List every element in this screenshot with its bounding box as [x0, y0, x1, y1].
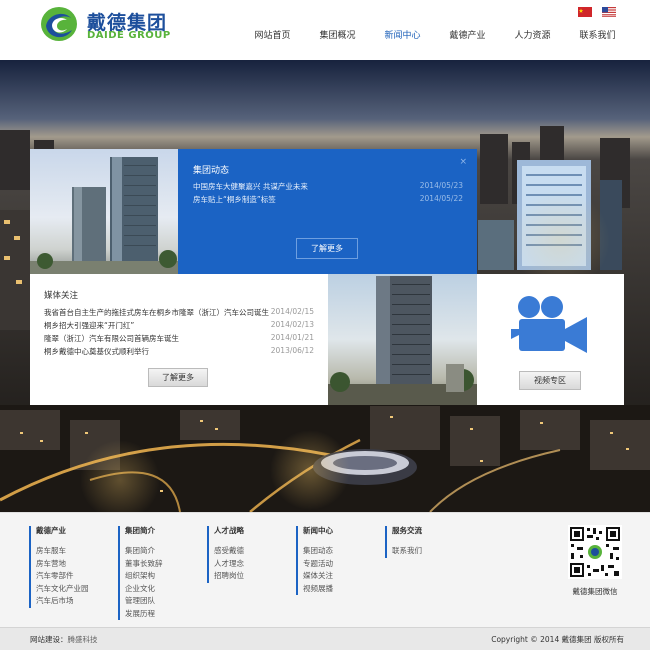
video-panel: 视频专区: [477, 274, 624, 405]
media-item[interactable]: 桐乡戴德中心奠基仪式顺利举行 2013/06/12: [44, 346, 314, 358]
media-item-title[interactable]: 我省首台自主生产的拖挂式房车在桐乡市隆翠（浙江）汽车公司诞生: [44, 307, 269, 318]
copyright: Copyright © 2014 戴德集团 版权所有: [491, 635, 624, 644]
media-item-title[interactable]: 桐乡招大引强迎来“开门红”: [44, 320, 134, 331]
media-attention-panel: 媒体关注 我省首台自主生产的拖挂式房车在桐乡市隆翠（浙江）汽车公司诞生 2014…: [30, 274, 328, 405]
footer-column-news: 新闻中心 集团动态 专题活动 媒体关注 视频展播: [296, 526, 333, 595]
news-more-button[interactable]: 了解更多: [296, 238, 358, 259]
group-news-panel: 集团动态 × 中国房车大健聚嘉兴 共谋产业未来 2014/05/23 房车贴上“…: [178, 149, 477, 274]
logo-name-en: DAIDE GROUP: [87, 30, 171, 41]
nav-about[interactable]: 集团概况: [305, 28, 370, 41]
media-more-button[interactable]: 了解更多: [148, 368, 208, 387]
skyscraper-image: [328, 276, 477, 405]
footer-column-about: 集团简介 集团简介 董事长致辞 组织架构 企业文化 管理团队 发展历程: [118, 526, 163, 620]
footer-link[interactable]: 联系我们: [392, 545, 422, 558]
media-item-date: 2014/02/13: [270, 320, 314, 329]
footer-link[interactable]: 发展历程: [125, 608, 163, 621]
media-item-date: 2013/06/12: [270, 346, 314, 355]
footer-column-title: 服务交流: [392, 526, 422, 535]
footer-link[interactable]: 媒体关注: [303, 570, 333, 583]
footer-column-title: 戴德产业: [36, 526, 66, 535]
main-nav: 网站首页 集团概况 新闻中心 戴德产业 人力资源 联系我们: [240, 28, 630, 41]
site-builder: 网站建设：腾盛科技: [30, 634, 98, 645]
footer-link[interactable]: 企业文化: [125, 583, 163, 596]
news-item[interactable]: 房车贴上“桐乡制造”标签 2014/05/22: [193, 194, 463, 206]
footer-link[interactable]: 专题活动: [303, 558, 333, 571]
footer-link[interactable]: 人才理念: [214, 558, 244, 571]
office-tower-image: [30, 157, 178, 274]
video-zone-button[interactable]: 视频专区: [519, 371, 581, 390]
footer-link[interactable]: 视频展播: [303, 583, 333, 596]
media-item-date: 2014/01/21: [270, 333, 314, 342]
logo[interactable]: 戴德集团 DAIDE GROUP: [40, 6, 180, 42]
tower-photo-1: [30, 149, 178, 274]
nav-home[interactable]: 网站首页: [240, 28, 305, 41]
nav-contact[interactable]: 联系我们: [565, 28, 630, 41]
footer-link[interactable]: 招聘岗位: [214, 570, 244, 583]
footer-column-title: 集团简介: [125, 526, 155, 535]
footer-link[interactable]: 集团动态: [303, 545, 333, 558]
footer-link[interactable]: 房车服车: [36, 545, 89, 558]
footer-link[interactable]: 管理团队: [125, 595, 163, 608]
footer-link[interactable]: 汽车后市场: [36, 595, 89, 608]
news-item-title[interactable]: 房车贴上“桐乡制造”标签: [193, 194, 276, 205]
site-builder-link[interactable]: 腾盛科技: [68, 635, 98, 644]
nav-industry[interactable]: 戴德产业: [435, 28, 500, 41]
news-item-date: 2014/05/23: [419, 181, 463, 190]
bottom-bar: 网站建设：腾盛科技 Copyright © 2014 戴德集团 版权所有: [0, 627, 650, 650]
footer-column-industry: 戴德产业 房车服车 房车营地 汽车零部件 汽车文化产业园 汽车后市场: [29, 526, 89, 608]
news-item-title[interactable]: 中国房车大健聚嘉兴 共谋产业未来: [193, 181, 308, 192]
footer-link[interactable]: 感受戴德: [214, 545, 244, 558]
tower-photo-2: [328, 274, 477, 405]
footer-link[interactable]: 汽车零部件: [36, 570, 89, 583]
qr-label: 戴德集团微信: [572, 587, 618, 596]
media-item[interactable]: 隆翠（浙江）汽车有限公司首辆房车诞生 2014/01/21: [44, 333, 314, 345]
media-item-title[interactable]: 隆翠（浙江）汽车有限公司首辆房车诞生: [44, 333, 179, 344]
media-item[interactable]: 我省首台自主生产的拖挂式房车在桐乡市隆翠（浙江）汽车公司诞生 2014/02/1…: [44, 307, 314, 319]
footer-link[interactable]: 组织架构: [125, 570, 163, 583]
footer-link[interactable]: 汽车文化产业园: [36, 583, 89, 596]
language-switcher: [578, 7, 616, 17]
footer-link[interactable]: 集团简介: [125, 545, 163, 558]
footer-column-title: 新闻中心: [303, 526, 333, 535]
news-item-date: 2014/05/22: [419, 194, 463, 203]
media-panel-title: 媒体关注: [44, 291, 79, 301]
footer-link[interactable]: 董事长致辞: [125, 558, 163, 571]
nav-hr[interactable]: 人力资源: [500, 28, 565, 41]
daide-logo-icon: [41, 7, 77, 41]
media-item-title[interactable]: 桐乡戴德中心奠基仪式顺利举行: [44, 346, 149, 357]
media-item[interactable]: 桐乡招大引强迎来“开门红” 2014/02/13: [44, 320, 314, 332]
news-panel-title: 集团动态: [193, 166, 230, 176]
site-builder-label: 网站建设：: [30, 635, 68, 644]
footer-column-service: 服务交流 联系我们: [385, 526, 422, 558]
footer-column-title: 人才战略: [214, 526, 244, 535]
site-footer: 戴德产业 房车服车 房车营地 汽车零部件 汽车文化产业园 汽车后市场 集团简介 …: [0, 512, 650, 627]
footer-link[interactable]: 房车营地: [36, 558, 89, 571]
china-flag-icon[interactable]: [578, 7, 592, 17]
nav-news[interactable]: 新闻中心: [370, 28, 435, 41]
video-camera-icon[interactable]: [511, 295, 589, 353]
usa-flag-icon[interactable]: [602, 7, 616, 17]
close-icon[interactable]: ×: [459, 157, 467, 167]
footer-column-talent: 人才战略 感受戴德 人才理念 招聘岗位: [207, 526, 244, 583]
media-item-date: 2014/02/15: [270, 307, 314, 316]
news-item[interactable]: 中国房车大健聚嘉兴 共谋产业未来 2014/05/23: [193, 181, 463, 193]
site-header: 戴德集团 DAIDE GROUP 网站首页 集团概况 新闻中心 戴德产业 人力资…: [0, 0, 650, 60]
wechat-qr-code: [568, 525, 622, 579]
